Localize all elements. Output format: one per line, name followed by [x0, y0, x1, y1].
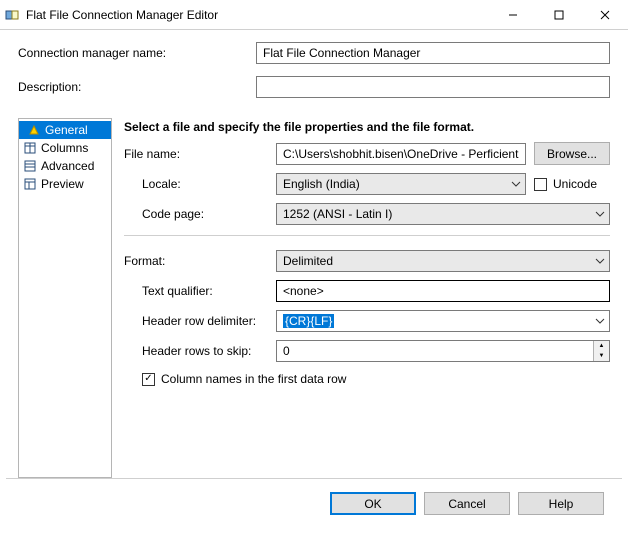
close-button[interactable] — [582, 0, 628, 30]
hrow-skip-spinner[interactable]: ▲ ▼ — [276, 340, 610, 362]
browse-button[interactable]: Browse... — [534, 142, 610, 165]
hrow-skip-label: Header rows to skip: — [124, 344, 268, 358]
body: General Columns Advanced Preview Select … — [0, 118, 628, 478]
advanced-icon — [23, 160, 37, 172]
conn-name-input[interactable] — [256, 42, 610, 64]
locale-dropdown[interactable]: English (India) — [276, 173, 526, 195]
chevron-down-icon — [595, 318, 605, 324]
help-button[interactable]: Help — [518, 492, 604, 515]
hrow-delim-dropdown[interactable]: {CR}{LF} — [276, 310, 610, 332]
description-label: Description: — [18, 80, 248, 94]
minimize-button[interactable] — [490, 0, 536, 30]
textq-input[interactable] — [276, 280, 610, 302]
codepage-value: 1252 (ANSI - Latin I) — [283, 207, 392, 221]
footer: OK Cancel Help — [6, 478, 622, 528]
sidebar-item-label: Advanced — [41, 159, 94, 173]
hrow-delim-label: Header row delimiter: — [124, 314, 268, 328]
unicode-label: Unicode — [553, 177, 597, 191]
preview-icon — [23, 178, 37, 190]
unicode-checkbox[interactable]: Unicode — [534, 177, 610, 191]
sidebar-item-preview[interactable]: Preview — [19, 175, 111, 193]
ok-button[interactable]: OK — [330, 492, 416, 515]
general-panel: Select a file and specify the file prope… — [112, 118, 610, 478]
colnames-checkbox[interactable]: Column names in the first data row — [142, 372, 610, 386]
titlebar: Flat File Connection Manager Editor — [0, 0, 628, 30]
columns-icon — [23, 142, 37, 154]
locale-value: English (India) — [283, 177, 360, 191]
format-value: Delimited — [283, 254, 333, 268]
cancel-button[interactable]: Cancel — [424, 492, 510, 515]
chevron-down-icon — [595, 211, 605, 217]
instruction-text: Select a file and specify the file prope… — [124, 120, 610, 134]
sidebar-item-columns[interactable]: Columns — [19, 139, 111, 157]
colnames-label: Column names in the first data row — [161, 372, 346, 386]
sidebar-item-label: General — [45, 123, 88, 137]
colnames-checkbox-box — [142, 373, 155, 386]
window-title: Flat File Connection Manager Editor — [26, 8, 490, 22]
spin-down-icon[interactable]: ▼ — [594, 351, 609, 361]
file-name-input[interactable] — [276, 143, 526, 165]
format-label: Format: — [124, 254, 268, 268]
sidebar-item-label: Columns — [41, 141, 88, 155]
file-name-label: File name: — [124, 147, 268, 161]
chevron-down-icon — [595, 258, 605, 264]
description-input[interactable] — [256, 76, 610, 98]
general-icon — [27, 124, 41, 136]
maximize-button[interactable] — [536, 0, 582, 30]
top-form: Connection manager name: Description: — [0, 30, 628, 118]
conn-name-label: Connection manager name: — [18, 46, 248, 60]
spinner-buttons[interactable]: ▲ ▼ — [593, 341, 609, 361]
format-dropdown[interactable]: Delimited — [276, 250, 610, 272]
locale-label: Locale: — [124, 177, 268, 191]
hrow-skip-input[interactable] — [277, 341, 593, 361]
spin-up-icon[interactable]: ▲ — [594, 341, 609, 351]
chevron-down-icon — [511, 181, 521, 187]
sidebar-item-advanced[interactable]: Advanced — [19, 157, 111, 175]
textq-label: Text qualifier: — [124, 284, 268, 298]
app-icon — [4, 7, 20, 23]
codepage-dropdown[interactable]: 1252 (ANSI - Latin I) — [276, 203, 610, 225]
unicode-checkbox-box — [534, 178, 547, 191]
sidebar: General Columns Advanced Preview — [18, 118, 112, 478]
codepage-label: Code page: — [124, 207, 268, 221]
separator — [124, 235, 610, 236]
hrow-delim-value: {CR}{LF} — [283, 314, 334, 328]
sidebar-item-label: Preview — [41, 177, 84, 191]
sidebar-item-general[interactable]: General — [19, 121, 111, 139]
